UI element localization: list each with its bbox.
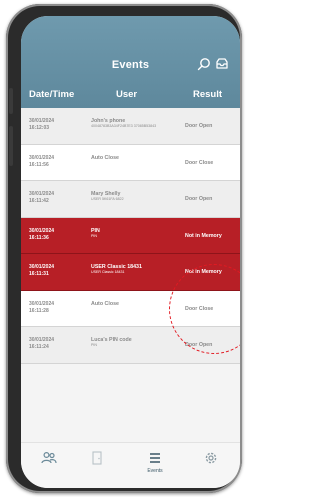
event-user: USER Classic 18431 USER Classic 18431 (91, 264, 179, 275)
event-user: PIN PIN (91, 228, 179, 239)
column-result: Result (193, 89, 223, 100)
column-headers: Date/Time User Result (21, 86, 240, 106)
event-user-id: 40048783B3A34F24B7E3 37085B53843 (91, 124, 157, 128)
event-datetime: 30/01/2024 16:11:56 (29, 155, 54, 169)
phone-frame: Events Date/Time User Result 30/01/2024 1… (6, 4, 242, 493)
event-user: Luca's PIN code PIN (91, 337, 179, 348)
event-row[interactable]: 30/01/2024 16:11:56 Auto Close Door Close (21, 144, 240, 181)
event-result: Door Open (185, 123, 213, 129)
app-screen: Events Date/Time User Result 30/01/2024 1… (21, 16, 240, 488)
event-date: 30/01/2024 (29, 300, 55, 307)
event-time: 16:11:56 (29, 161, 49, 168)
event-user: Auto Close (91, 301, 179, 307)
event-time: 16:12:03 (29, 125, 50, 131)
door-icon (92, 451, 102, 465)
tab-bar: Events (21, 442, 240, 488)
event-date: 30/01/2024 (29, 191, 55, 197)
event-result: Door Open (185, 196, 213, 202)
event-user: Auto Close (91, 155, 179, 161)
event-user-name: PIN (91, 227, 100, 234)
app-header: Events Date/Time User Result (21, 16, 240, 108)
volume-button (9, 126, 13, 166)
event-result: Door Close (185, 159, 214, 166)
event-time: 16:11:42 (29, 198, 49, 204)
tab-events-label: Events (147, 468, 163, 474)
tab-events[interactable]: Events (135, 451, 175, 474)
event-date: 30/01/2024 (29, 337, 55, 343)
event-date: 30/01/2024 (29, 118, 55, 124)
event-time: 16:11:28 (29, 307, 49, 314)
event-datetime: 30/01/2024 16:11:31 (29, 264, 54, 278)
event-date: 30/01/2024 (29, 154, 55, 161)
event-user-id: USER Classic 18431 (91, 270, 125, 274)
event-time: 16:11:31 (29, 271, 49, 277)
event-user-name: Luca's PIN code (91, 337, 132, 343)
event-datetime: 30/01/2024 16:11:42 (29, 191, 54, 205)
column-date: Date/Time (29, 89, 75, 100)
event-datetime: 30/01/2024 16:11:24 (29, 337, 54, 351)
events-icon (150, 453, 160, 463)
event-row[interactable]: 30/01/2024 16:11:36 PIN PIN Not in Memory (21, 217, 240, 254)
mute-switch (9, 88, 13, 114)
column-user: User (116, 89, 138, 100)
event-datetime: 30/01/2024 16:11:28 (29, 301, 54, 315)
users-icon (41, 451, 57, 464)
settings-icon (205, 452, 217, 464)
event-user: John's phone 40048783B3A34F24B7E3 37085B5… (91, 118, 179, 129)
event-user: Mary Shelly USER 5K61FA 6822 (91, 191, 179, 202)
event-row[interactable]: 30/01/2024 16:11:42 Mary Shelly USER 5K61FA… (21, 181, 240, 218)
tab-users[interactable] (29, 451, 69, 468)
event-user-name: Auto Close (91, 154, 119, 161)
inbox-icon[interactable] (215, 57, 229, 71)
event-result: Not in Memory (185, 232, 222, 239)
event-user-id: USER 5K61FA 6822 (91, 197, 124, 201)
event-date: 30/01/2024 (29, 264, 55, 270)
event-user-id: PIN (91, 233, 97, 238)
event-time: 16:11:24 (29, 344, 49, 350)
event-time: 16:11:36 (29, 234, 49, 241)
tab-settings[interactable] (191, 451, 231, 468)
event-datetime: 30/01/2024 16:12:03 (29, 118, 54, 132)
search-icon[interactable] (197, 57, 211, 71)
event-date: 30/01/2024 (29, 227, 55, 234)
event-row[interactable]: 30/01/2024 16:12:03 John's phone 40048783B3… (21, 108, 240, 145)
tab-door[interactable] (77, 451, 117, 468)
event-user-id: PIN (91, 343, 97, 347)
event-user-name: Auto Close (91, 300, 119, 307)
event-datetime: 30/01/2024 16:11:36 (29, 228, 54, 242)
